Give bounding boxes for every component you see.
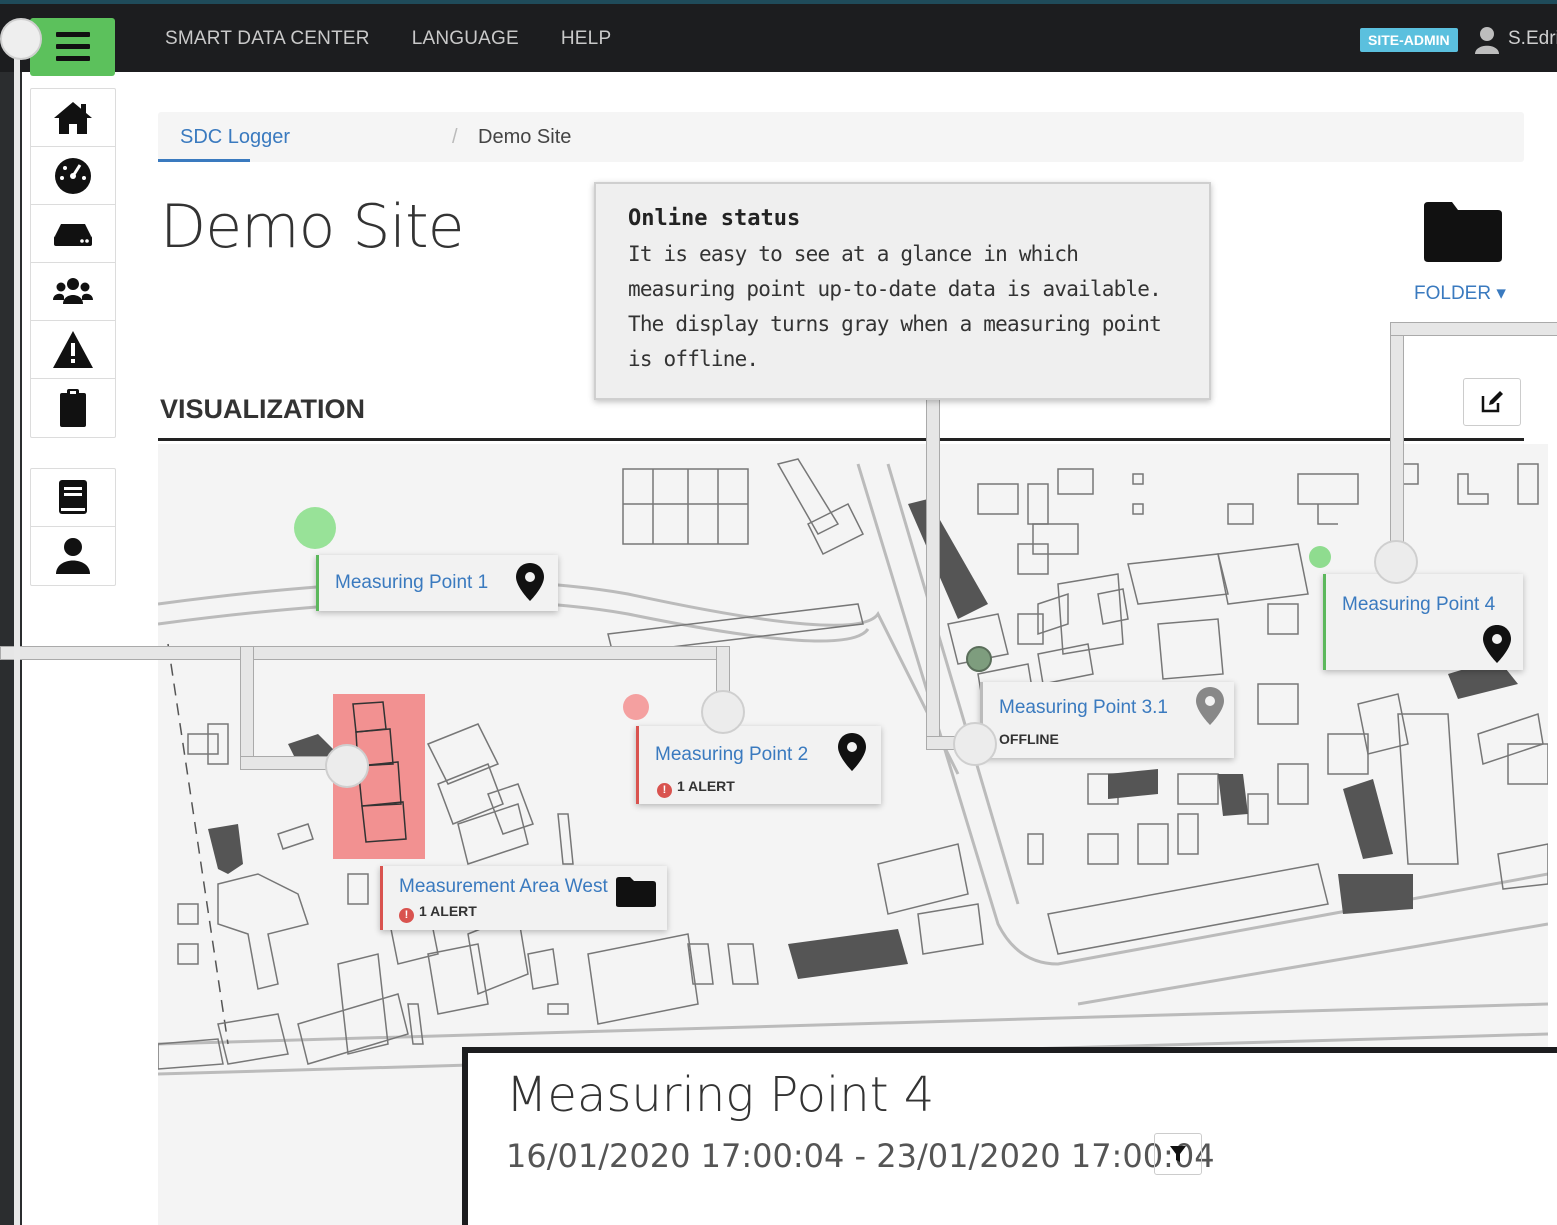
marker-card-point-3-1[interactable]: Measuring Point 3.1 OFFLINE <box>980 682 1234 758</box>
sidebar-item-devices[interactable] <box>31 205 115 263</box>
user-icon <box>1475 27 1499 54</box>
folder-icon[interactable] <box>1422 200 1504 264</box>
sidebar-item-profile[interactable] <box>31 527 115 585</box>
offline-status: OFFLINE <box>999 731 1059 747</box>
breadcrumb-link-sdc-logger[interactable]: SDC Logger <box>180 126 290 149</box>
callout-text: It is easy to see at a glance in which m… <box>628 242 1162 371</box>
sidebar-main <box>30 88 116 438</box>
nav-smart-data-center[interactable]: SMART DATA CENTER <box>165 28 370 50</box>
leader-line-left <box>14 40 20 1225</box>
leader-joint <box>701 690 745 734</box>
marker-card-point-2[interactable]: Measuring Point 2 ! 1 ALERT <box>636 726 881 804</box>
manual-icon <box>59 479 87 514</box>
folder-dropdown[interactable]: FOLDER ▾ <box>1414 282 1506 305</box>
alert-count: 1 ALERT <box>677 778 735 794</box>
users-icon <box>53 277 93 304</box>
breadcrumb-separator: / <box>452 126 458 148</box>
alert-icon: ! <box>399 908 414 923</box>
marker-label: Measurement Area West <box>399 876 608 897</box>
callout-title: Online status <box>628 206 801 231</box>
marker-card-area-west[interactable]: Measurement Area West ! 1 ALERT <box>380 866 667 930</box>
edit-visualization-button[interactable] <box>1463 378 1521 426</box>
date-range: 16/01/2020 17:00:04 - 23/01/2020 17:00:0… <box>506 1137 1215 1175</box>
role-badge: SITE-ADMIN <box>1360 28 1458 52</box>
section-divider <box>158 438 1524 441</box>
map-pin-icon <box>1483 625 1511 663</box>
leader-line <box>926 396 940 748</box>
section-title-visualization: VISUALIZATION <box>160 394 365 424</box>
clipboard-icon <box>60 389 86 427</box>
warning-icon <box>53 330 93 368</box>
sidebar-item-alarms[interactable] <box>31 321 115 379</box>
leader-line <box>1390 322 1557 336</box>
home-icon <box>54 101 92 134</box>
marker-label: Measuring Point 3.1 <box>999 697 1168 718</box>
leader-joint-left <box>0 18 42 60</box>
leader-line <box>0 646 730 660</box>
leader-line <box>240 646 254 770</box>
leader-joint <box>1374 540 1418 584</box>
nav-language[interactable]: LANGUAGE <box>412 28 519 50</box>
top-navbar: SMART DATA CENTER LANGUAGE HELP SITE-ADM… <box>0 0 1557 76</box>
sidebar-item-reports[interactable] <box>31 379 115 437</box>
callout-online-status: Online status It is easy to see at a gla… <box>594 182 1211 400</box>
alert-count: 1 ALERT <box>419 903 477 919</box>
menu-toggle-button[interactable] <box>30 18 115 76</box>
page-title: Demo Site <box>160 192 465 262</box>
status-dot-point-1 <box>294 507 336 549</box>
marker-label: Measuring Point 4 <box>1342 594 1496 615</box>
marker-label: Measuring Point 2 <box>655 744 809 765</box>
breadcrumb-active-underline <box>158 159 250 162</box>
device-icon <box>54 223 92 246</box>
alert-icon: ! <box>657 783 672 798</box>
map-pin-icon <box>838 733 866 771</box>
leader-line <box>1390 322 1404 562</box>
map-pin-icon <box>516 563 544 601</box>
detail-panel: Measuring Point 4 16/01/2020 17:00:04 - … <box>462 1047 1557 1225</box>
hamburger-icon <box>56 32 90 68</box>
dashboard-icon <box>55 157 91 194</box>
sidebar-item-dashboard[interactable] <box>31 147 115 205</box>
sidebar-item-users[interactable] <box>31 263 115 321</box>
status-dot-point-2 <box>623 694 649 720</box>
sidebar-item-home[interactable] <box>31 89 115 147</box>
breadcrumb-current: Demo Site <box>478 126 572 148</box>
marker-card-point-1[interactable]: Measuring Point 1 <box>316 555 558 611</box>
status-dot-point-3-1 <box>966 646 992 672</box>
marker-label: Measuring Point 1 <box>335 572 489 593</box>
breadcrumb: SDC Logger / Demo Site <box>158 112 1524 162</box>
user-menu[interactable]: S.Edri <box>1508 28 1557 50</box>
profile-icon <box>56 538 90 574</box>
map-pin-icon <box>1196 687 1224 725</box>
alert-status: ! 1 ALERT <box>399 903 477 923</box>
folder-icon <box>616 877 656 907</box>
sidebar-item-manual[interactable] <box>31 469 115 527</box>
nav-links: SMART DATA CENTER LANGUAGE HELP <box>165 28 611 50</box>
leader-joint <box>953 722 997 766</box>
status-dot-point-4 <box>1309 546 1331 568</box>
edit-icon <box>1481 391 1503 413</box>
leader-joint <box>325 744 369 788</box>
sidebar-secondary <box>30 468 116 586</box>
marker-card-point-4[interactable]: Measuring Point 4 <box>1323 574 1523 670</box>
filter-button[interactable] <box>1154 1133 1202 1175</box>
detail-title: Measuring Point 4 <box>506 1067 935 1123</box>
alert-status: ! 1 ALERT <box>657 778 735 798</box>
filter-icon <box>1170 1146 1186 1162</box>
nav-help[interactable]: HELP <box>561 28 611 50</box>
